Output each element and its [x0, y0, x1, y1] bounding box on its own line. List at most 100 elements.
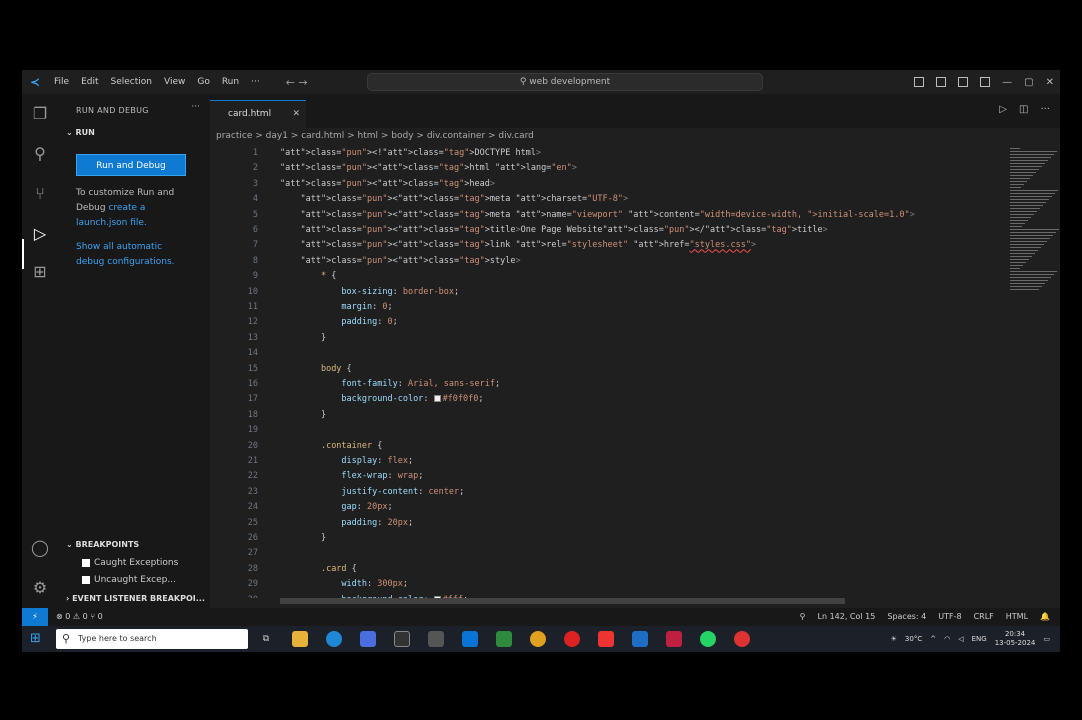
code-line[interactable]: "att">class="pun"><"att">class="tag">met… — [280, 194, 628, 204]
windows-start-icon[interactable]: ⊞ — [30, 632, 41, 646]
app-icon-5[interactable] — [666, 631, 682, 647]
weather-temp[interactable]: 30°C — [905, 635, 922, 643]
close-icon[interactable]: ✕ — [1046, 77, 1054, 88]
app-icon-6[interactable] — [734, 631, 750, 647]
code-line[interactable]: justify-content: center; — [280, 487, 464, 497]
section-event-listener-breakpoints[interactable]: › EVENT LISTENER BREAKPOI... — [66, 594, 205, 603]
uncaught-exceptions-checkbox[interactable]: Uncaught Excep... — [82, 575, 176, 585]
vscode-taskbar-icon[interactable] — [632, 631, 648, 647]
encoding[interactable]: UTF-8 — [938, 608, 961, 626]
problems-status[interactable]: ⊗ 0 ⚠ 0 ⑂ 0 — [56, 608, 103, 626]
maximize-icon[interactable]: ▢ — [1024, 77, 1033, 88]
section-breakpoints[interactable]: ⌄ BREAKPOINTS — [66, 540, 139, 549]
more-actions-icon[interactable]: ··· — [1040, 104, 1050, 115]
notification-center-icon[interactable]: ▭ — [1043, 635, 1050, 643]
section-run[interactable]: ⌄ RUN — [66, 128, 95, 137]
run-file-icon[interactable]: ▷ — [999, 104, 1007, 115]
customize-layout-icon[interactable] — [980, 77, 991, 87]
line-endings[interactable]: CRLF — [974, 608, 994, 626]
weather-icon[interactable]: ☀ — [891, 635, 897, 643]
minimap[interactable] — [1010, 146, 1060, 316]
tray-overflow-icon[interactable]: ^ — [930, 635, 936, 643]
chrome-icon[interactable] — [530, 631, 546, 647]
run-debug-icon[interactable]: ▷ — [30, 224, 50, 244]
cursor-position[interactable]: Ln 142, Col 15 — [818, 608, 876, 626]
code-line[interactable]: padding: 20px; — [280, 518, 413, 528]
menu-more[interactable]: ··· — [245, 70, 266, 94]
code-line[interactable]: "att">class="pun"><"att">class="tag">hea… — [280, 179, 495, 189]
code-line[interactable]: "att">class="pun"><"att">class="tag">sty… — [280, 256, 520, 266]
sidebar-more-icon[interactable]: ··· — [191, 102, 200, 112]
nav-arrows[interactable]: ← → — [286, 76, 330, 89]
code-line[interactable]: margin: 0; — [280, 302, 392, 312]
code-line[interactable]: } — [280, 410, 326, 420]
notifications-icon[interactable]: 🔔 — [1040, 608, 1050, 626]
code-editor[interactable]: 1 "att">class="pun"><!"att">class="tag">D… — [210, 146, 1000, 598]
breadcrumb[interactable]: practice > day1 > card.html > html > bod… — [216, 128, 534, 144]
clock[interactable]: 20:34 13-05-2024 — [995, 630, 1036, 648]
app-icon-2[interactable] — [428, 631, 444, 647]
file-explorer-icon[interactable] — [292, 631, 308, 647]
app-icon-3[interactable] — [496, 631, 512, 647]
toggle-secondary-sidebar-icon[interactable] — [958, 77, 969, 87]
code-line[interactable]: box-sizing: border-box; — [280, 287, 459, 297]
settings-gear-icon[interactable]: ⚙ — [30, 578, 50, 598]
taskbar-search-input[interactable]: Type here to search — [56, 629, 248, 649]
code-line[interactable]: "att">class="pun"><"att">class="tag">lin… — [280, 240, 756, 250]
code-line[interactable]: gap: 20px; — [280, 502, 392, 512]
tab-close-icon[interactable]: ✕ — [292, 101, 300, 127]
code-line[interactable]: } — [280, 333, 326, 343]
remote-indicator[interactable]: ⚡ — [22, 608, 48, 626]
language-mode[interactable]: HTML — [1006, 608, 1028, 626]
code-line[interactable]: "att">class="pun"><!"att">class="tag">DO… — [280, 148, 541, 158]
menu-edit[interactable]: Edit — [75, 70, 104, 94]
menu-view[interactable]: View — [158, 70, 191, 94]
task-view-icon[interactable]: ⧉ — [258, 631, 274, 647]
command-center-search[interactable]: ⚲ web development — [367, 73, 763, 91]
menu-go[interactable]: Go — [191, 70, 215, 94]
search-icon[interactable]: ⚲ — [30, 144, 50, 164]
input-language[interactable]: ENG — [972, 635, 987, 643]
tab-card-html[interactable]: card.html ✕ — [210, 100, 306, 128]
code-line[interactable]: } — [280, 533, 326, 543]
menu-selection[interactable]: Selection — [105, 70, 158, 94]
code-line[interactable]: padding: 0; — [280, 317, 397, 327]
code-line[interactable]: display: flex; — [280, 456, 413, 466]
code-line[interactable]: background-color: #f0f0f0; — [280, 394, 483, 404]
zoom-icon[interactable]: ⚲ — [800, 608, 806, 626]
network-icon[interactable]: ◠ — [944, 635, 950, 643]
toggle-panel-icon[interactable] — [936, 77, 947, 87]
code-line[interactable]: font-family: Arial, sans-serif; — [280, 379, 500, 389]
show-automatic-configs-link[interactable]: Show all automatic debug configurations. — [76, 242, 175, 267]
edge-icon[interactable] — [326, 631, 342, 647]
code-line[interactable]: body { — [280, 364, 352, 374]
opera-icon[interactable] — [564, 631, 580, 647]
code-line[interactable]: "att">class="pun"><"att">class="tag">htm… — [280, 163, 577, 173]
code-line[interactable]: width: 300px; — [280, 579, 408, 589]
code-line[interactable]: flex-wrap: wrap; — [280, 471, 423, 481]
indentation[interactable]: Spaces: 4 — [887, 608, 926, 626]
code-line[interactable]: "att">class="pun"><"att">class="tag">met… — [280, 210, 914, 220]
horizontal-scrollbar[interactable] — [280, 598, 845, 604]
source-control-icon[interactable]: ⑂ — [30, 184, 50, 204]
code-line[interactable]: .card { — [280, 564, 357, 574]
terminal-icon[interactable] — [394, 631, 410, 647]
code-line[interactable]: * { — [280, 271, 336, 281]
menu-run[interactable]: Run — [216, 70, 245, 94]
explorer-icon[interactable]: ❐ — [30, 104, 50, 124]
code-line[interactable]: "att">class="pun"><"att">class="tag">tit… — [280, 225, 827, 235]
toggle-sidebar-icon[interactable] — [914, 77, 925, 87]
account-icon[interactable]: ◯ — [30, 538, 50, 558]
code-line[interactable]: .container { — [280, 441, 382, 451]
split-editor-icon[interactable]: ◫ — [1019, 104, 1028, 115]
menu-file[interactable]: File — [48, 70, 75, 94]
app-icon-4[interactable] — [598, 631, 614, 647]
caught-exceptions-checkbox[interactable]: Caught Exceptions — [82, 558, 178, 568]
app-icon-1[interactable] — [360, 631, 376, 647]
run-and-debug-button[interactable]: Run and Debug — [76, 154, 186, 176]
extensions-icon[interactable]: ⊞ — [30, 262, 50, 282]
whatsapp-icon[interactable] — [700, 631, 716, 647]
minimize-icon[interactable]: — — [1002, 77, 1012, 88]
mail-icon[interactable] — [462, 631, 478, 647]
volume-icon[interactable]: ◁ — [958, 635, 963, 643]
